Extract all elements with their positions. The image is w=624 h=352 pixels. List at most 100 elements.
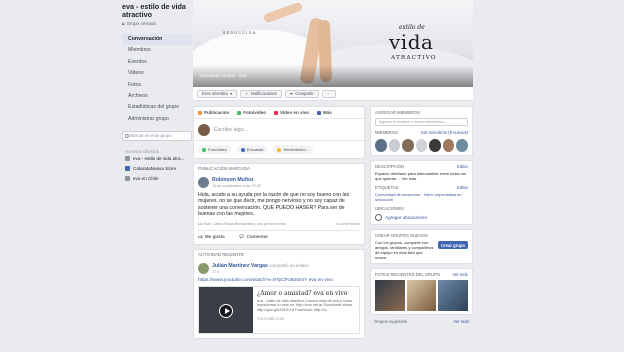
button-label: Foto/video	[208, 147, 227, 152]
create-group-button[interactable]: Crear grupo	[438, 241, 468, 249]
add-members-input[interactable]: Ingresa el nombre o correo electrónico..…	[375, 118, 468, 126]
cover-caption[interactable]: Vinculado Grupo · eva	[199, 74, 247, 79]
nav-item-fotos[interactable]: Fotos	[122, 80, 192, 91]
see-all-photos-link[interactable]: Ver todo	[452, 272, 468, 277]
member-label: Eres miembro	[202, 91, 229, 96]
poll-button[interactable]: Encuesta	[236, 145, 268, 154]
group-icon	[125, 175, 130, 181]
post-timestamp[interactable]: 10 de septiembre a las 20:43	[212, 184, 261, 188]
comments-count[interactable]: 4 comentarios	[336, 222, 360, 227]
nav-item-videos[interactable]: Videos	[122, 68, 192, 79]
more-button[interactable]: ···	[321, 89, 336, 98]
shortcut-label: eva en Chile	[133, 175, 159, 181]
shortcut-item[interactable]: eva en Chile	[125, 173, 192, 183]
reactions-summary[interactable]: 👍︎ Juan Carlos Rivas Benavides y una per…	[198, 222, 286, 227]
preview-description: eva - estilo de vida atractivo Conoce má…	[257, 298, 353, 313]
cover-photo: SEDUCCIÓN estilo de vida ATRACTIVO Vincu…	[193, 0, 473, 87]
avatar[interactable]	[442, 139, 455, 152]
nav-item-eventos[interactable]: Eventos	[122, 57, 192, 68]
group-photo[interactable]	[406, 280, 437, 311]
group-search-input[interactable]: Buscar en este grupo	[122, 131, 192, 142]
preview-title[interactable]: ¿Amor o amistad? eva en vivo	[257, 290, 355, 297]
search-icon	[125, 134, 129, 139]
member-avatars	[375, 139, 469, 152]
comment-button[interactable]: 💬︎ Comentar	[239, 234, 268, 240]
group-photo[interactable]	[438, 280, 469, 311]
like-button[interactable]: 👍︎ Me gusta	[198, 234, 225, 240]
post-author[interactable]: Robinson Muñoz	[212, 177, 261, 183]
add-location-link[interactable]: Agregar ubicaciones	[385, 215, 427, 220]
edit-description-link[interactable]: Editar	[457, 164, 468, 169]
right-column: AGREGAR MIEMBROS Ingresa el nombre o cor…	[370, 106, 473, 324]
post-stats: 👍︎ Juan Carlos Rivas Benavides y una per…	[198, 222, 360, 231]
suggested-title-text: Grupos sugeridos	[374, 319, 408, 324]
shortcut-item[interactable]: eva - estilo de vida atra...	[125, 154, 192, 164]
group-privacy: 🔒︎ Grupo cerrado	[122, 21, 192, 26]
members-title-text: MIEMBROS	[375, 130, 398, 135]
shortcut-label: CatarataNueva Store	[133, 166, 177, 172]
button-label: Encuesta	[246, 147, 264, 152]
share-label: Compartir	[295, 91, 314, 96]
composer-tabs: Publicación Foto/video Video en vivo Más	[194, 107, 364, 119]
avatar[interactable]	[415, 139, 428, 152]
smiley-icon	[277, 147, 282, 152]
composer: Publicación Foto/video Video en vivo Más…	[193, 106, 365, 159]
shared-link[interactable]: https://www.youtube.com/watch?v=9TpCPoBa…	[198, 278, 360, 283]
group-icon	[125, 156, 130, 162]
nav-item-estadisticas[interactable]: Estadísticas del grupo	[122, 102, 192, 113]
avatar[interactable]	[375, 139, 387, 152]
edit-tags-link[interactable]: Editar	[457, 185, 468, 190]
description-text: Espacio diseñado para intercambiar entre…	[375, 171, 467, 181]
avatar[interactable]	[456, 139, 469, 152]
photo-video-button[interactable]: Foto/video	[198, 145, 231, 154]
create-title-text: CREAR GRUPOS NUEVOS	[375, 233, 428, 238]
members-count-link[interactable]: 416 miembros (9 nuevos)	[421, 130, 468, 135]
share-icon: ➦	[289, 91, 294, 96]
photo-grid	[375, 280, 469, 311]
nav-item-archivos[interactable]: Archivos	[122, 91, 192, 102]
avatar[interactable]	[388, 139, 401, 152]
button-label: Sentimiento/...	[283, 147, 309, 152]
share-button[interactable]: ➦ Compartir	[284, 89, 319, 98]
post-header: Robinson Muñoz 10 de septiembre a las 20…	[198, 177, 360, 188]
link-preview[interactable]: ¿Amor o amistad? eva en vivo eva - estil…	[198, 285, 360, 334]
post-timestamp[interactable]: 17 h	[212, 270, 310, 274]
composer-placeholder: Escribe algo...	[214, 126, 249, 133]
locations-title: UBICACIONES	[375, 206, 468, 211]
photos-title-text: FOTOS RECIENTES DEL GRUPO	[375, 272, 441, 277]
shortcut-item[interactable]: CatarataNueva Store	[125, 164, 192, 174]
notifications-button[interactable]: ✓ Notificaciones	[240, 89, 282, 98]
tags-link[interactable]: Comunidad de seducción · Hitch: especial…	[375, 192, 462, 202]
avatar[interactable]	[198, 177, 209, 188]
tab-video-en-vivo[interactable]: Video en vivo	[274, 110, 309, 115]
tab-label: Más	[322, 110, 332, 115]
page: eva - estilo de vida atractivo 🔒︎ Grupo …	[0, 0, 624, 352]
avatar[interactable]	[429, 139, 441, 152]
preview-domain: YOUTUBE.COM	[257, 317, 284, 322]
cover-side-text: SEDUCCIÓN	[223, 31, 257, 35]
tab-mas[interactable]: Más	[316, 110, 332, 115]
nav-item-administrar[interactable]: Administrar grupo	[122, 114, 192, 125]
group-title[interactable]: eva - estilo de vida atractivo	[122, 3, 192, 19]
video-thumbnail[interactable]	[199, 286, 253, 333]
post-header: Julián Martínez Vargas compartió un enla…	[198, 262, 360, 274]
see-all-suggested-link[interactable]: Ver todo	[453, 319, 469, 324]
nav-item-conversacion[interactable]: Conversación	[122, 34, 192, 46]
composer-input[interactable]: Escribe algo...	[194, 119, 364, 141]
photo-icon	[237, 110, 242, 115]
description-title-text: DESCRIPCIÓN	[375, 164, 405, 169]
avatar[interactable]	[402, 139, 414, 152]
composer-actions: Foto/video Encuesta Sentimiento/...	[194, 141, 364, 158]
group-photo[interactable]	[375, 280, 405, 311]
nav-item-miembros[interactable]: Miembros	[122, 45, 192, 56]
feeling-button[interactable]: Sentimiento/...	[273, 145, 313, 154]
avatar[interactable]	[198, 262, 209, 274]
add-location-row[interactable]: Agregar ubicaciones	[375, 214, 468, 221]
group-privacy-label: Grupo cerrado	[126, 21, 157, 26]
post-author[interactable]: Julián Martínez Vargas	[212, 263, 268, 269]
member-button[interactable]: Eres miembro ▾	[197, 89, 238, 98]
play-icon[interactable]	[219, 303, 233, 318]
tab-foto-video[interactable]: Foto/video	[237, 110, 266, 115]
tab-publicacion[interactable]: Publicación	[198, 110, 229, 115]
description-box: DESCRIPCIÓN Editar Espacio diseñado para …	[370, 160, 473, 225]
